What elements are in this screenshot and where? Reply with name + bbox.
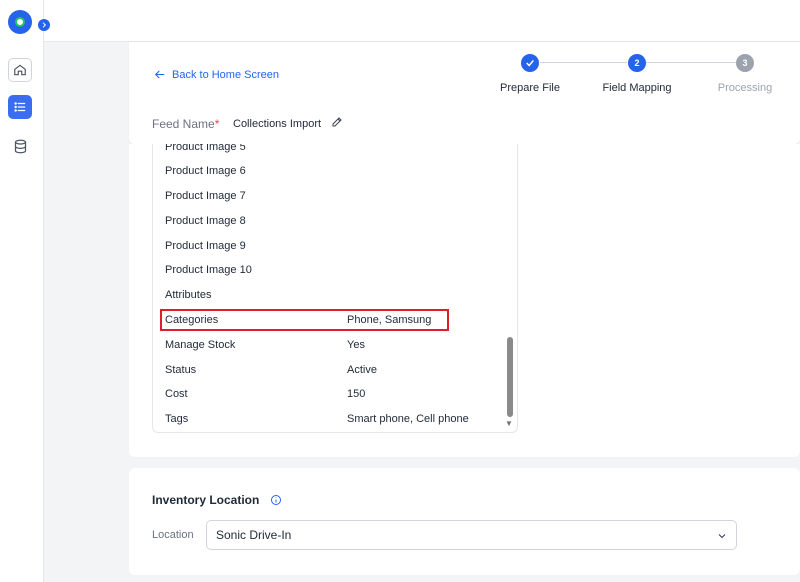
edit-feed-name-button[interactable] bbox=[331, 115, 343, 133]
step-check-icon bbox=[521, 54, 539, 72]
field-mapping-card: Product Image 5 Product Image 6 Product … bbox=[129, 144, 800, 457]
step-field-mapping: 2 Field Mapping bbox=[601, 54, 673, 94]
table-row: Product Image 9 bbox=[165, 240, 246, 252]
table-row-highlighted: Categories Phone, Samsung bbox=[160, 309, 449, 331]
step-label: Prepare File bbox=[500, 82, 560, 94]
inventory-title: Inventory Location bbox=[152, 493, 260, 507]
table-row: Attributes bbox=[165, 289, 212, 301]
table-row: Status Active bbox=[165, 364, 377, 376]
home-icon bbox=[14, 64, 26, 76]
table-row: Product Image 6 bbox=[165, 165, 246, 177]
step-label: Field Mapping bbox=[602, 82, 672, 94]
table-row: Tags Smart phone, Cell phone bbox=[165, 413, 469, 425]
back-to-home-link[interactable]: Back to Home Screen bbox=[153, 68, 279, 81]
database-nav-button[interactable] bbox=[8, 134, 32, 158]
table-row: Manage Stock Yes bbox=[165, 339, 365, 351]
top-bar bbox=[44, 0, 800, 42]
database-icon bbox=[14, 139, 26, 153]
info-icon[interactable] bbox=[270, 493, 282, 511]
step-processing: 3 Processing bbox=[715, 54, 775, 94]
location-label: Location bbox=[152, 529, 194, 541]
location-select[interactable]: Sonic Drive-In bbox=[206, 520, 737, 550]
pencil-icon bbox=[332, 117, 342, 127]
scrollbar-thumb[interactable] bbox=[507, 337, 513, 417]
home-nav-button[interactable] bbox=[8, 58, 32, 82]
table-row: Cost 150 bbox=[165, 388, 366, 400]
chevron-down-icon bbox=[718, 534, 726, 539]
header-card: Back to Home Screen Prepare File 2 Field… bbox=[129, 42, 800, 144]
step-label: Processing bbox=[717, 82, 773, 94]
step-prepare-file: Prepare File bbox=[499, 54, 561, 94]
step-number: 3 bbox=[736, 54, 754, 72]
feeds-nav-button[interactable] bbox=[8, 95, 32, 119]
field-mapping-list[interactable]: Product Image 5 Product Image 6 Product … bbox=[152, 144, 518, 433]
location-selected-value: Sonic Drive-In bbox=[216, 528, 292, 542]
sidebar-expand-button[interactable] bbox=[38, 19, 50, 31]
step-number: 2 bbox=[628, 54, 646, 72]
table-row: Product Image 7 bbox=[165, 190, 246, 202]
arrow-left-icon bbox=[154, 70, 165, 79]
scroll-down-icon[interactable]: ▼ bbox=[505, 419, 513, 428]
sidebar bbox=[0, 0, 44, 582]
list-icon bbox=[14, 102, 26, 112]
table-row: Product Image 10 bbox=[165, 264, 252, 276]
table-row: Product Image 5 bbox=[165, 144, 246, 153]
feed-name-label: Feed Name* bbox=[152, 117, 220, 131]
app-logo-icon[interactable] bbox=[8, 10, 32, 34]
table-row: Product Image 8 bbox=[165, 215, 246, 227]
back-link-label: Back to Home Screen bbox=[172, 68, 279, 81]
required-asterisk: * bbox=[214, 117, 220, 131]
feed-name-value: Collections Import bbox=[233, 118, 322, 130]
chevron-right-icon bbox=[42, 22, 47, 28]
inventory-location-card: Inventory Location Location Sonic Drive-… bbox=[129, 468, 800, 575]
